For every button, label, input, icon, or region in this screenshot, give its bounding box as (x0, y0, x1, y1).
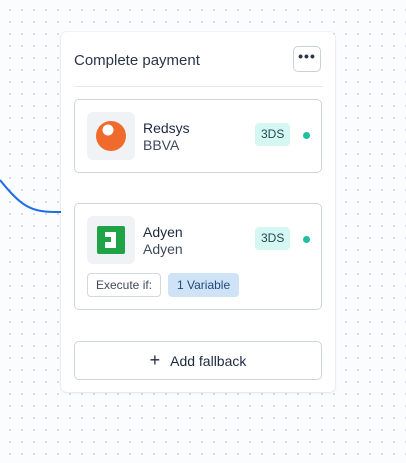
3ds-badge: 3DS (255, 123, 291, 146)
status-dot (303, 132, 310, 139)
provider-step-adyen[interactable]: Adyen Adyen 3DS Execute if: 1 Variable (74, 203, 322, 310)
more-options-button[interactable]: ••• (293, 46, 321, 72)
add-fallback-button[interactable]: + Add fallback (74, 341, 322, 380)
provider-step-redsys[interactable]: Redsys BBVA 3DS (74, 99, 322, 173)
payment-step-card: Complete payment ••• Redsys BBVA 3DS Ady… (61, 32, 335, 392)
redsys-logo (87, 112, 135, 160)
condition-variable-chip[interactable]: 1 Variable (168, 273, 240, 297)
provider-account: BBVA (143, 137, 180, 153)
provider-account: Adyen (143, 241, 183, 257)
add-fallback-label: Add fallback (170, 352, 247, 369)
header-divider (74, 86, 323, 87)
provider-name: Redsys (143, 120, 190, 136)
plus-icon: + (149, 349, 161, 370)
adyen-logo (87, 216, 135, 264)
provider-name: Adyen (143, 224, 183, 240)
more-icon: ••• (298, 48, 316, 64)
execute-if-label: Execute if: (87, 273, 162, 297)
card-title: Complete payment (74, 52, 200, 69)
3ds-badge: 3DS (255, 227, 291, 250)
status-dot (303, 236, 310, 243)
